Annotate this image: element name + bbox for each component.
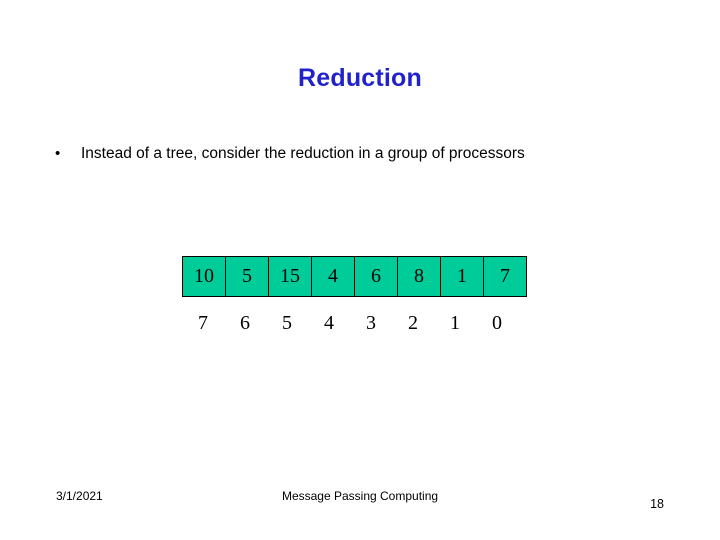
values-table: 10 5 15 4 6 8 1 7: [182, 256, 527, 297]
table-cell: 7: [483, 256, 527, 297]
table-cell: 4: [324, 311, 334, 334]
table-cell: 1: [450, 311, 460, 334]
table-cell: 3: [366, 311, 376, 334]
table-cell: 4: [311, 256, 355, 297]
page-title: Reduction: [297, 64, 423, 92]
table-cell: 6: [240, 311, 250, 334]
table-cell: 2: [408, 311, 418, 334]
bullet-text: Instead of a tree, consider the reductio…: [81, 145, 525, 162]
footer-page-number: 18: [650, 497, 664, 511]
table-cell: 1: [440, 256, 484, 297]
slide: Reduction • Instead of a tree, consider …: [0, 0, 720, 540]
table-cell: 0: [492, 311, 502, 334]
table-cell: 7: [198, 311, 208, 334]
table-cell: 8: [397, 256, 441, 297]
table-cell: 10: [182, 256, 226, 297]
footer-title: Message Passing Computing: [281, 489, 439, 503]
table-cell: 15: [268, 256, 312, 297]
bullet-marker: •: [55, 145, 61, 162]
table-cell: 5: [282, 311, 292, 334]
table-row: 10 5 15 4 6 8 1 7: [182, 256, 527, 297]
table-cell: 5: [225, 256, 269, 297]
table-cell: 6: [354, 256, 398, 297]
processor-index-table: 7 6 5 4 3 2 1 0: [182, 303, 518, 343]
table-row: 7 6 5 4 3 2 1 0: [182, 303, 518, 343]
bullet-item: • Instead of a tree, consider the reduct…: [55, 144, 695, 164]
